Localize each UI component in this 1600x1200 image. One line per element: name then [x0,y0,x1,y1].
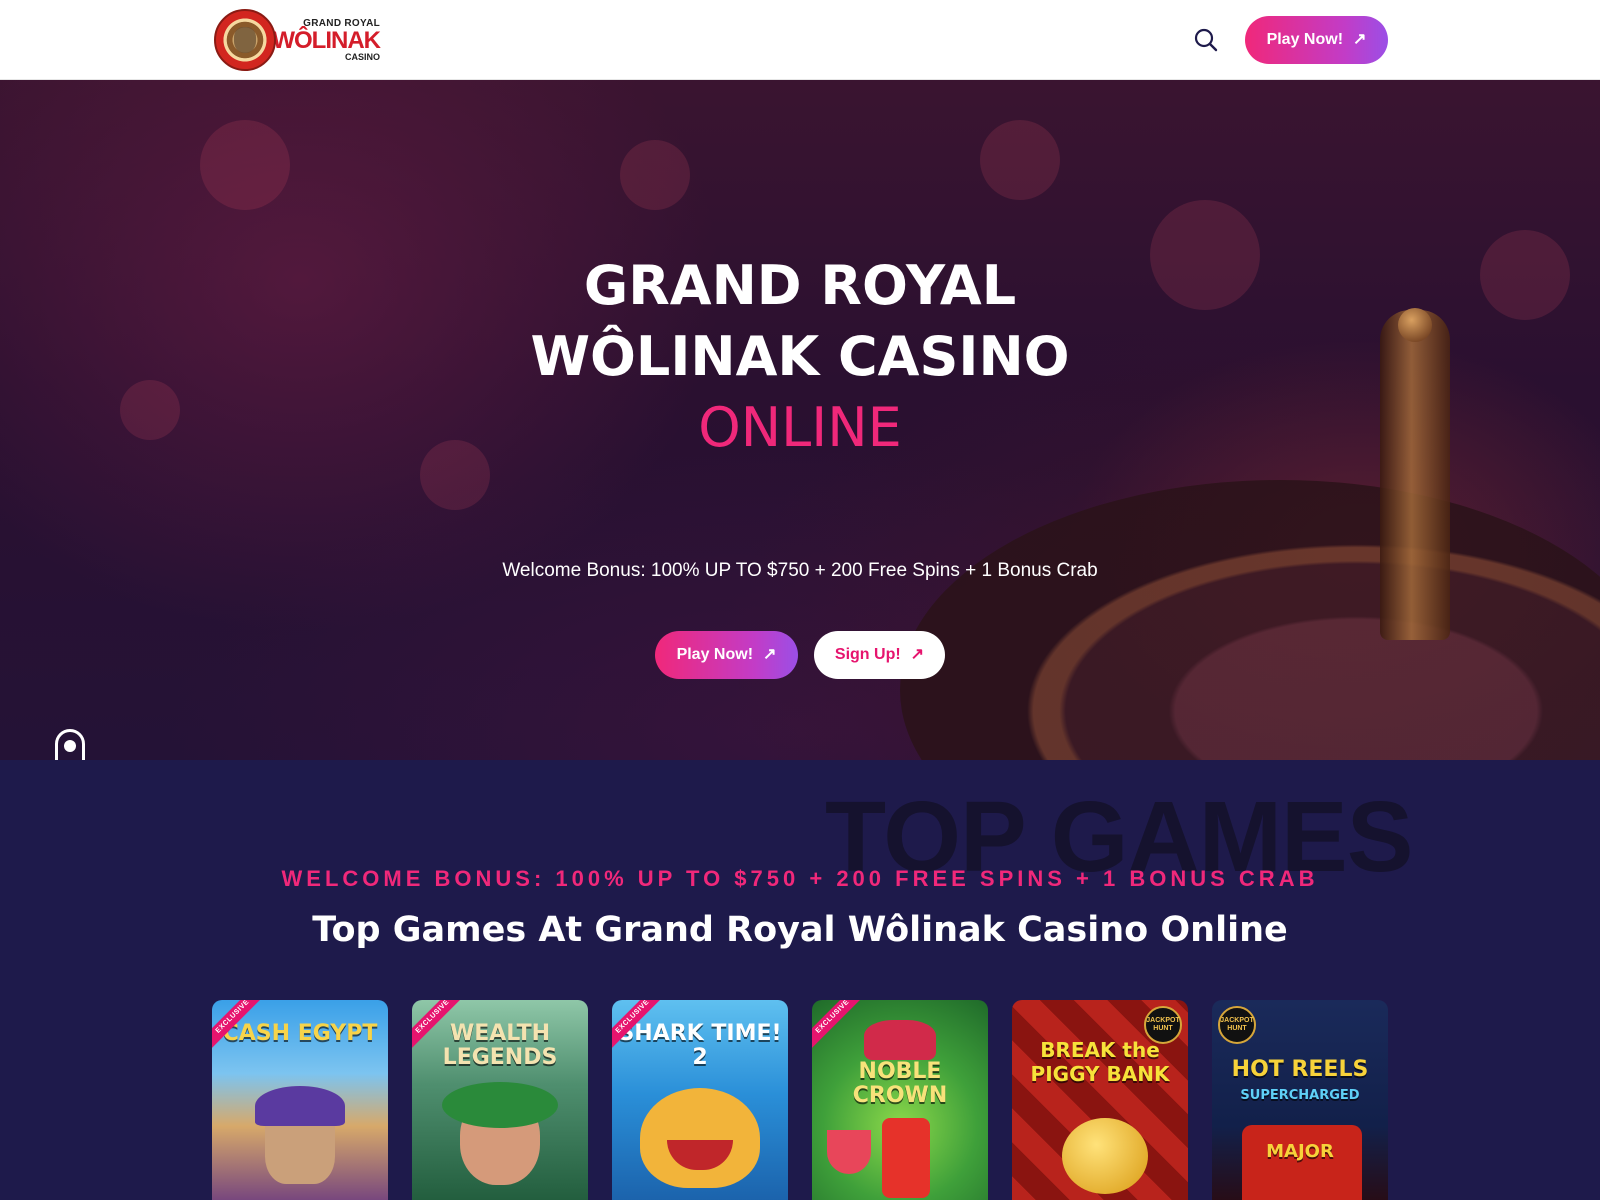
game-card-hot-reels[interactable]: HOT REELS SUPERCHARGED MAJOR JACKPOT HUN… [1212,1000,1388,1200]
logo-wordmark: GRAND ROYAL WÔLINAK CASINO [272,18,381,62]
search-icon[interactable] [1192,26,1220,54]
bokeh-light [980,120,1060,200]
bokeh-light [620,140,690,210]
header-play-now-button[interactable]: Play Now! ↗ [1245,16,1388,64]
roulette-turret-image [1380,310,1450,640]
game-art-snakes [442,1082,558,1128]
game-card-subtitle: SUPERCHARGED [1240,1088,1360,1103]
game-art-image [1062,1118,1148,1194]
bokeh-light [1480,230,1570,320]
hero-sign-up-button[interactable]: Sign Up! ↗ [814,631,945,679]
header-play-now-label: Play Now! [1266,31,1344,48]
logo-main-text: WÔLINAK [272,26,381,54]
hero-subtitle: Welcome Bonus: 100% UP TO $750 + 200 Fre… [502,560,1098,581]
game-card-title: HOT REELS [1231,1057,1369,1082]
bokeh-light [200,120,290,210]
logo-sub-text: CASINO [344,51,380,62]
game-art-crown [864,1020,936,1060]
hero-title: GRAND ROYAL WÔLINAK CASINO ONLINE [400,250,1200,463]
scroll-wheel-dot [64,740,76,752]
top-games-section: TOP GAMES WELCOME BONUS: 100% UP TO $750… [0,760,1600,1200]
hero-sign-up-label: Sign Up! [834,646,901,663]
game-card-title: CASH EGYPT [222,1021,378,1046]
logo-emblem-icon [214,9,276,71]
hero-play-now-button[interactable]: Play Now! ↗ [655,631,798,679]
arrow-up-right-icon: ↗ [763,646,777,663]
game-art-image [640,1088,760,1188]
hero-title-line-2: WÔLINAK CASINO [530,325,1070,388]
game-card-extra: MAJOR [1266,1141,1334,1162]
game-card-title: SHARK TIME! 2 [618,1021,782,1070]
welcome-bonus-kicker: WELCOME BONUS: 100% UP TO $750 + 200 FRE… [281,866,1319,891]
game-card-cash-of-egypt[interactable]: CASH EGYPT EXCLUSIVE [212,1000,388,1200]
hero-title-line-1: GRAND ROYAL [583,254,1017,317]
top-games-title: Top Games At Grand Royal Wôlinak Casino … [312,910,1288,950]
jackpot-hunt-badge: JACKPOT HUNT [1218,1006,1256,1044]
exclusive-ribbon: EXCLUSIVE [812,1000,869,1053]
roulette-turret-knob [1398,308,1432,342]
mouse-scroll-icon[interactable] [55,729,85,760]
arrow-up-right-icon: ↗ [1353,31,1367,48]
game-card-title: WEALTH LEGENDS [442,1021,558,1070]
game-card-shark-time-2[interactable]: SHARK TIME! 2 EXCLUSIVE [612,1000,788,1200]
hero-play-now-label: Play Now! [676,646,754,663]
game-art-image [882,1118,930,1198]
jackpot-hunt-badge: JACKPOT HUNT [1144,1006,1182,1044]
game-art-headdress [255,1086,345,1126]
casino-logo[interactable]: GRAND ROYAL WÔLINAK CASINO [214,9,382,71]
game-card-title: NOBLE CROWN [852,1059,948,1108]
site-header: GRAND ROYAL WÔLINAK CASINO Play Now! ↗ [0,0,1600,80]
roulette-wheel-image [900,480,1600,760]
game-cards-row: CASH EGYPT EXCLUSIVE WEALTH LEGENDS EXCL… [212,1000,1392,1200]
arrow-up-right-icon: ↗ [910,646,925,663]
game-card-wealth-of-legends[interactable]: WEALTH LEGENDS EXCLUSIVE [412,1000,588,1200]
game-card-title: BREAK the PIGGY BANK [1030,1038,1170,1086]
game-card-noble-crown[interactable]: NOBLE CROWN EXCLUSIVE [812,1000,988,1200]
hero-title-line-3: ONLINE [698,396,902,459]
hero-banner: GRAND ROYAL WÔLINAK CASINO ONLINE Welcom… [0,80,1600,760]
game-art-watermelon [827,1130,871,1174]
bokeh-light [120,380,180,440]
game-card-break-the-piggy-bank[interactable]: BREAK the PIGGY BANK JACKPOT HUNT [1012,1000,1188,1200]
